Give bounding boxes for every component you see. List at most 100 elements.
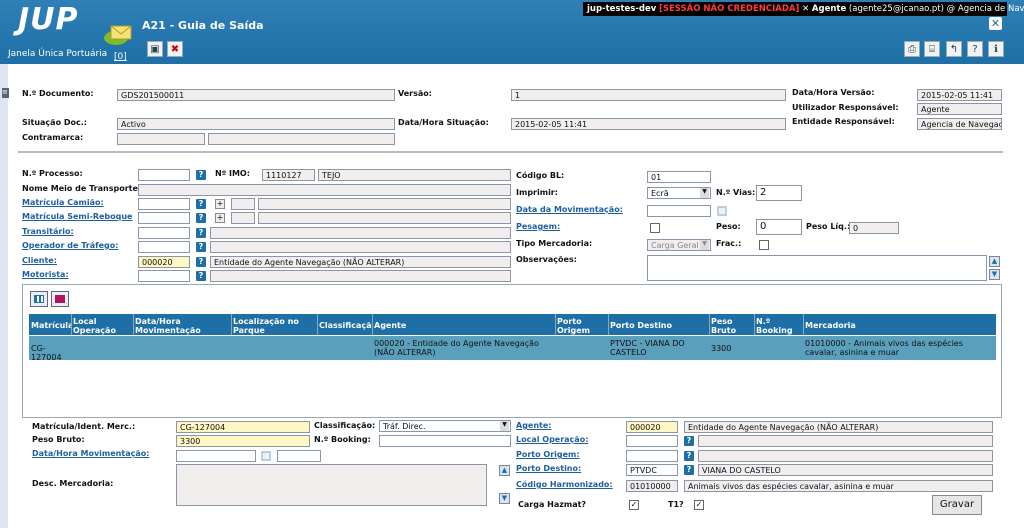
cell-matricula: CG-127004 bbox=[31, 344, 62, 362]
vias-input[interactable]: 2 bbox=[756, 185, 802, 201]
codigo-bl-input[interactable]: 01 bbox=[647, 171, 711, 183]
desc-mercadoria-textarea[interactable] bbox=[176, 464, 487, 506]
entidade-label: Entidade Responsável: bbox=[792, 117, 895, 126]
porto-destino-help-icon[interactable]: ? bbox=[684, 465, 694, 475]
calendar-icon[interactable]: ▦ bbox=[717, 206, 727, 216]
side-toggle-icon[interactable]: ≡ bbox=[2, 88, 9, 98]
dh-versao-label: Data/Hora Versão: bbox=[792, 88, 875, 97]
semireboque-link[interactable]: Matrícula Semi-Reboque bbox=[22, 212, 132, 221]
operador-help-icon[interactable]: ? bbox=[196, 242, 206, 252]
cancel-icon[interactable]: ✖ bbox=[167, 41, 183, 57]
session-status-bar: jup-testes-dev [SESSÃO NÃO CREDENCIADA] … bbox=[583, 2, 1024, 16]
col-localizacao[interactable]: Localização no Parque bbox=[231, 316, 317, 336]
porto-origem-help-icon[interactable]: ? bbox=[684, 451, 694, 461]
transitario-link[interactable]: Transitário: bbox=[22, 227, 74, 236]
scroll-up-icon[interactable]: ▲ bbox=[989, 256, 1000, 267]
vias-label: N.º Vias: bbox=[716, 188, 756, 197]
save-icon[interactable]: ▣ bbox=[147, 41, 163, 57]
local-operacao-help-icon[interactable]: ? bbox=[684, 436, 694, 446]
col-matricula[interactable]: Matrícula bbox=[29, 320, 71, 331]
hazmat-checkbox[interactable]: ✓ bbox=[629, 500, 639, 510]
matricula-ident-input[interactable]: CG-127004 bbox=[176, 421, 310, 433]
col-porto-origem[interactable]: Porto Origem bbox=[555, 316, 608, 336]
grid-add-row-icon[interactable] bbox=[30, 291, 48, 307]
dh-movimentacao-link[interactable]: Data/Hora Movimentação: bbox=[32, 449, 149, 458]
pesagem-link[interactable]: Pesagem: bbox=[516, 222, 560, 231]
info-icon[interactable]: ℹ bbox=[988, 41, 1004, 57]
motorista-link[interactable]: Motorista: bbox=[22, 270, 69, 279]
t1-checkbox[interactable]: ✓ bbox=[694, 500, 704, 510]
help-icon[interactable]: ? bbox=[967, 41, 983, 57]
transitario-input[interactable] bbox=[138, 227, 190, 239]
gravar-button[interactable]: Gravar bbox=[932, 495, 982, 515]
operador-trafego-link[interactable]: Operador de Tráfego: bbox=[22, 241, 118, 250]
motorista-help-icon[interactable]: ? bbox=[196, 271, 206, 281]
processo-help-icon[interactable]: ? bbox=[196, 170, 206, 180]
col-agente[interactable]: Agente bbox=[372, 320, 555, 331]
col-peso-bruto[interactable]: Peso Bruto bbox=[709, 316, 754, 336]
porto-origem-link[interactable]: Porto Origem: bbox=[516, 450, 580, 459]
back-icon[interactable]: ↰ bbox=[946, 41, 962, 57]
close-icon[interactable]: ✕ bbox=[989, 17, 1002, 30]
col-booking[interactable]: N.º Booking bbox=[754, 316, 803, 336]
imprimir-select[interactable]: Ecrã ▼ bbox=[647, 187, 711, 199]
col-mercadoria[interactable]: Mercadoria bbox=[803, 320, 996, 331]
data-movimentacao-link[interactable]: Data da Movimentação: bbox=[516, 205, 623, 214]
imo-name-field: TEJO bbox=[318, 169, 511, 181]
cell-agente: 000020 - Entidade do Agente Navegação (N… bbox=[374, 339, 539, 357]
porto-destino-input[interactable]: PTVDC bbox=[626, 464, 678, 476]
processo-input[interactable] bbox=[138, 169, 190, 181]
codigo-harmonizado-link[interactable]: Código Harmonizado: bbox=[516, 480, 613, 489]
printer-icon[interactable]: ⌸ bbox=[924, 41, 940, 57]
observacoes-textarea[interactable] bbox=[647, 255, 987, 281]
frac-checkbox[interactable] bbox=[759, 240, 769, 250]
print-icon[interactable]: ⎙ bbox=[904, 41, 920, 57]
agente-link[interactable]: Agente: bbox=[516, 421, 552, 430]
processo-label: N.º Processo: bbox=[22, 169, 83, 178]
camiao-help-icon[interactable]: ? bbox=[196, 199, 206, 209]
matricula-camiao-input[interactable] bbox=[138, 198, 190, 210]
local-operacao-link[interactable]: Local Operação: bbox=[516, 435, 588, 444]
col-local-operacao[interactable]: Local Operação bbox=[71, 316, 133, 336]
scroll-up-icon[interactable]: ▲ bbox=[499, 465, 510, 476]
cliente-help-icon[interactable]: ? bbox=[196, 257, 206, 267]
transitario-help-icon[interactable]: ? bbox=[196, 228, 206, 238]
semireboque-help-icon[interactable]: ? bbox=[196, 213, 206, 223]
scroll-down-icon[interactable]: ▼ bbox=[499, 493, 510, 504]
local-operacao-input[interactable] bbox=[626, 435, 678, 447]
cell-mercadoria: 01010000 - Animais vivos das espécies ca… bbox=[805, 339, 963, 357]
meio-transporte-label: Nome Meio de Transporte: bbox=[22, 184, 142, 193]
scroll-down-icon[interactable]: ▼ bbox=[989, 269, 1000, 280]
agente-input[interactable]: 000020 bbox=[626, 421, 678, 433]
cell-porto-destino: PTVDC - VIANA DO CASTELO bbox=[610, 339, 685, 357]
table-row[interactable]: CG-127004 000020 - Entidade do Agente Na… bbox=[29, 336, 996, 362]
peso-input[interactable]: 0 bbox=[756, 219, 802, 235]
booking-input[interactable] bbox=[379, 435, 511, 447]
motorista-input[interactable] bbox=[138, 270, 190, 282]
grid-delete-row-icon[interactable] bbox=[51, 291, 69, 307]
local-operacao-desc-field bbox=[698, 435, 993, 447]
notification-count[interactable]: [0] bbox=[114, 52, 127, 62]
envelope-icon[interactable] bbox=[103, 24, 133, 46]
operador-trafego-input[interactable] bbox=[138, 241, 190, 253]
pesagem-checkbox[interactable] bbox=[650, 223, 660, 233]
semireboque-input[interactable] bbox=[138, 212, 190, 224]
dh-situacao-field: 2015-02-05 11:41 bbox=[511, 118, 786, 130]
transitario-desc-field bbox=[210, 227, 511, 239]
calendar-icon[interactable]: ▦ bbox=[261, 451, 271, 461]
col-dh-movimentacao[interactable]: Data/Hora Movimentação bbox=[133, 316, 231, 336]
camiao-add-icon[interactable]: + bbox=[215, 199, 225, 209]
classificacao-select[interactable]: Tráf. Direc. ▼ bbox=[379, 420, 511, 432]
data-movimentacao-input[interactable] bbox=[647, 205, 711, 217]
col-porto-destino[interactable]: Porto Destino bbox=[608, 320, 709, 331]
peso-bruto-input[interactable]: 3300 bbox=[176, 435, 310, 447]
porto-origem-input[interactable] bbox=[626, 450, 678, 462]
cliente-link[interactable]: Cliente: bbox=[22, 256, 57, 265]
col-classificacao[interactable]: Classificação bbox=[317, 320, 372, 331]
cliente-input[interactable]: 000020 bbox=[138, 256, 190, 268]
matricula-camiao-link[interactable]: Matrícula Camião: bbox=[22, 198, 104, 207]
dh-movimentacao-date-input[interactable] bbox=[176, 450, 256, 462]
porto-destino-link[interactable]: Porto Destino: bbox=[516, 464, 581, 473]
dh-movimentacao-time-input[interactable] bbox=[277, 450, 321, 462]
semireboque-add-icon[interactable]: + bbox=[215, 213, 225, 223]
